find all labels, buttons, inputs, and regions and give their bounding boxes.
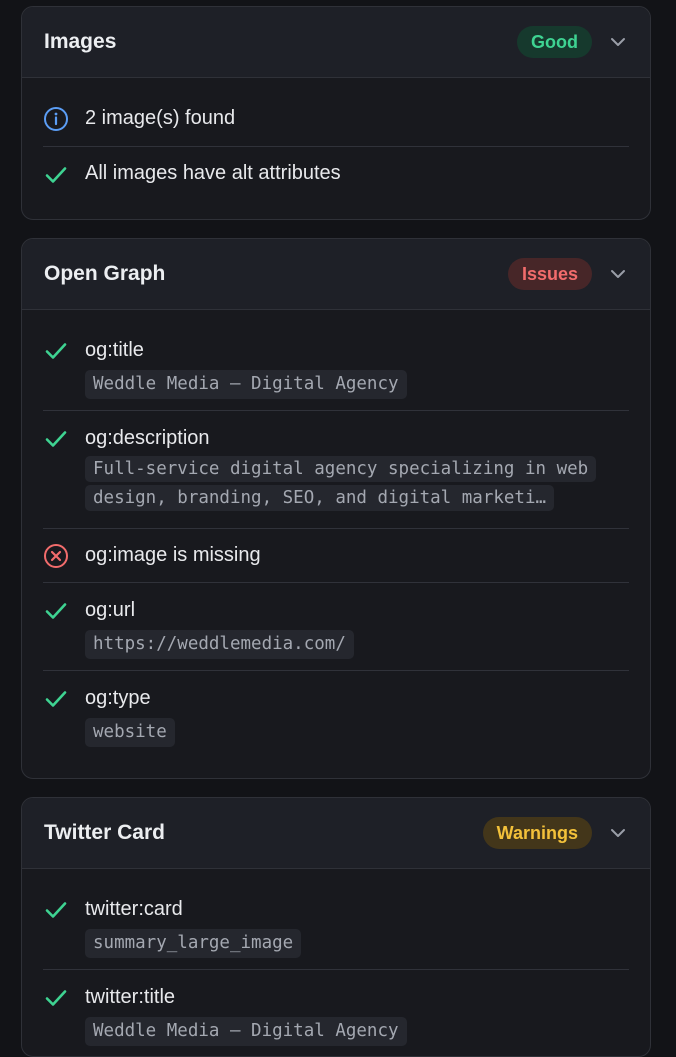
open-graph-panel-title: Open Graph — [44, 262, 166, 285]
item-value: Full-service digital agency specializing… — [85, 456, 597, 511]
list-item: twitter:card summary_large_image — [22, 869, 629, 970]
images-status-badge: Good — [517, 26, 592, 58]
open-graph-panel-header[interactable]: Open Graph Issues — [22, 239, 650, 310]
item-value: website — [85, 718, 175, 747]
chevron-down-icon[interactable] — [608, 32, 628, 52]
error-icon — [44, 544, 68, 568]
item-value: Weddle Media — Digital Agency — [85, 370, 407, 399]
open-graph-panel-body: og:title Weddle Media — Digital Agency o… — [22, 310, 650, 771]
open-graph-panel: Open Graph Issues og:title Weddle Media … — [21, 238, 651, 779]
item-label: og:image is missing — [85, 544, 261, 566]
item-label: og:title — [85, 339, 144, 361]
check-icon — [45, 603, 67, 619]
check-icon — [45, 343, 67, 359]
item-label: twitter:title — [85, 986, 176, 1008]
list-item: og:type website — [22, 671, 629, 771]
item-value-wrap: Full-service digital agency specializing… — [85, 455, 629, 513]
chevron-down-icon[interactable] — [608, 264, 628, 284]
item-value: Weddle Media — Digital Agency — [85, 1017, 407, 1046]
check-icon — [45, 902, 67, 918]
images-panel-header[interactable]: Images Good — [22, 7, 650, 78]
item-label: 2 image(s) found — [85, 107, 236, 129]
item-label: All images have alt attributes — [85, 162, 341, 184]
info-icon — [44, 107, 68, 131]
list-item: og:title Weddle Media — Digital Agency — [22, 310, 629, 411]
item-value: https://weddlemedia.com/ — [85, 630, 354, 659]
list-item: og:image is missing — [22, 529, 629, 583]
twitter-card-panel: Twitter Card Warnings twitter:card summa… — [21, 797, 651, 1057]
item-label: og:url — [85, 599, 136, 621]
list-item: 2 image(s) found — [22, 78, 629, 147]
item-label: twitter:card — [85, 898, 183, 920]
item-value: summary_large_image — [85, 929, 302, 958]
images-panel: Images Good 2 image(s) found All images … — [21, 6, 651, 220]
list-item: twitter:title Weddle Media — Digital Age… — [22, 970, 629, 1056]
check-icon — [45, 691, 67, 707]
images-panel-title: Images — [44, 30, 117, 53]
list-item: All images have alt attributes — [22, 147, 629, 203]
images-panel-body: 2 image(s) found All images have alt att… — [22, 78, 650, 203]
item-label: og:type — [85, 687, 151, 709]
check-icon — [45, 431, 67, 447]
list-item: og:url https://weddlemedia.com/ — [22, 583, 629, 671]
check-icon — [45, 167, 67, 183]
list-item: og:description Full-service digital agen… — [22, 411, 629, 529]
twitter-card-panel-body: twitter:card summary_large_image twitter… — [22, 869, 650, 1056]
open-graph-status-badge: Issues — [507, 258, 592, 290]
item-label: og:description — [85, 427, 210, 449]
twitter-card-status-badge: Warnings — [482, 817, 592, 849]
chevron-down-icon[interactable] — [608, 823, 628, 843]
check-icon — [45, 990, 67, 1006]
twitter-card-panel-title: Twitter Card — [44, 821, 165, 844]
twitter-card-panel-header[interactable]: Twitter Card Warnings — [22, 798, 650, 869]
